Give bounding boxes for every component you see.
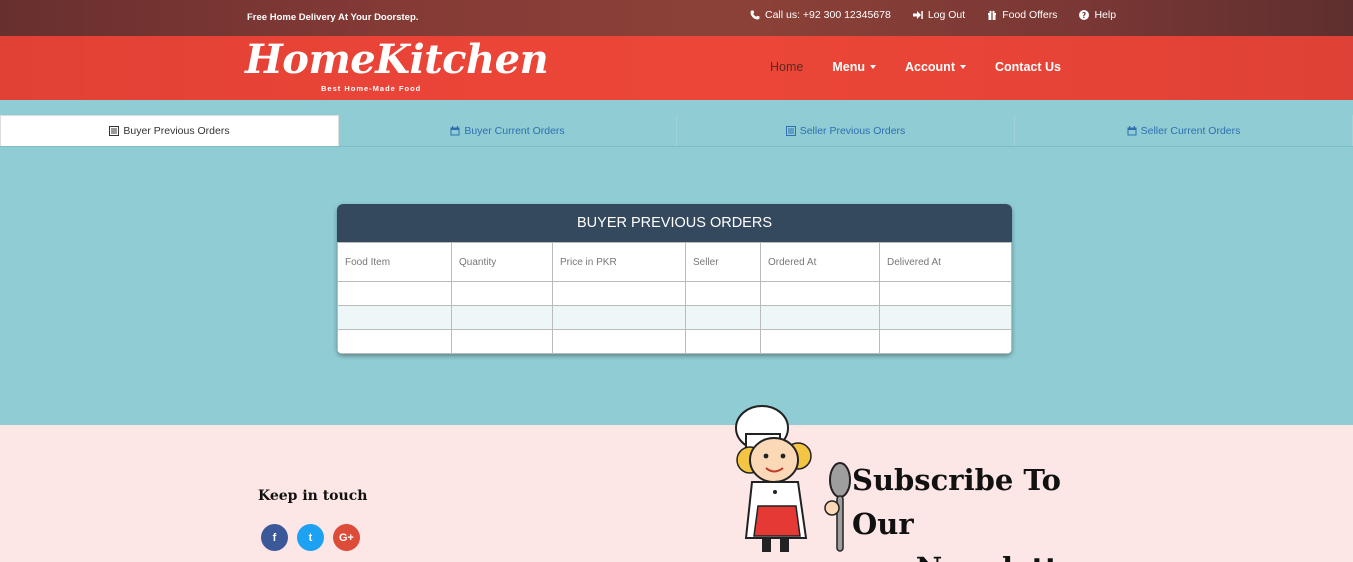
col-food-item: Food Item	[337, 242, 452, 282]
facebook-icon[interactable]: f	[261, 524, 288, 551]
tab-label: Seller Previous Orders	[799, 124, 906, 137]
col-price: Price in PKR	[552, 242, 686, 282]
help-link[interactable]: ? Help	[1079, 9, 1116, 21]
newsletter-heading: Subscribe To Our Newsletter	[852, 458, 1092, 562]
nav-home-label: Home	[770, 60, 804, 74]
chef-mascot-icon	[735, 405, 851, 552]
newsletter-heading-line1: Subscribe To Our	[852, 463, 1062, 541]
hero-header: Free Home Delivery At Your Doorstep. Cal…	[0, 0, 1353, 100]
calendar-icon	[450, 125, 460, 135]
top-links: Call us: +92 300 12345678 Log Out Food O…	[750, 9, 1116, 21]
orders-table: Food Item Quantity Price in PKR Seller O…	[337, 242, 1012, 354]
tab-label: Buyer Current Orders	[464, 124, 565, 137]
help-label: Help	[1094, 9, 1117, 21]
tab-label: Buyer Previous Orders	[123, 125, 230, 137]
call-us-link[interactable]: Call us: +92 300 12345678	[750, 9, 891, 21]
gift-icon	[988, 10, 997, 20]
newsletter-heading-line2: Newsletter	[852, 546, 1092, 562]
orders-section: Buyer Previous Orders Buyer Current Orde…	[0, 100, 1353, 425]
keep-in-touch-heading: Keep in touch	[258, 488, 368, 504]
table-row	[337, 281, 1012, 306]
call-us-label: Call us: +92 300 12345678	[765, 9, 891, 21]
nav-menu[interactable]: Menu	[832, 60, 876, 74]
orders-tabs: Buyer Previous Orders Buyer Current Orde…	[0, 115, 1353, 147]
nav-contact[interactable]: Contact Us	[995, 60, 1061, 74]
nav-account[interactable]: Account	[905, 60, 966, 74]
google-plus-icon[interactable]: G+	[333, 524, 360, 551]
orders-panel: BUYER PREVIOUS ORDERS Food Item Quantity…	[337, 204, 1012, 354]
nav-menu-label: Menu	[832, 60, 865, 74]
brand-logo[interactable]: HomeKitchen Best Home-Made Food	[245, 36, 549, 93]
table-header-row: Food Item Quantity Price in PKR Seller O…	[337, 242, 1012, 282]
social-links: f t G+	[261, 524, 360, 551]
logout-icon	[912, 11, 923, 19]
main-nav: Home Menu Account Contact Us	[770, 60, 1061, 74]
list-icon	[785, 125, 796, 136]
col-quantity: Quantity	[451, 242, 553, 282]
calendar-icon	[1127, 125, 1137, 135]
orders-panel-title: BUYER PREVIOUS ORDERS	[337, 204, 1012, 242]
food-offers-link[interactable]: Food Offers	[987, 9, 1057, 21]
tab-label: Seller Current Orders	[1140, 124, 1241, 137]
logout-label: Log Out	[927, 9, 966, 21]
top-bar: Free Home Delivery At Your Doorstep. Cal…	[0, 0, 1353, 36]
table-row	[337, 329, 1012, 354]
tab-buyer-previous-orders[interactable]: Buyer Previous Orders	[0, 115, 339, 146]
svg-text:?: ?	[1082, 11, 1086, 20]
nav-home[interactable]: Home	[770, 60, 803, 74]
help-icon: ?	[1079, 10, 1090, 20]
logout-link[interactable]: Log Out	[912, 9, 966, 21]
nav-contact-label: Contact Us	[994, 60, 1061, 74]
list-icon	[109, 126, 120, 136]
phone-icon	[750, 10, 760, 20]
table-row	[337, 305, 1012, 330]
caret-down-icon	[959, 65, 966, 69]
tab-buyer-current-orders[interactable]: Buyer Current Orders	[339, 115, 677, 146]
twitter-icon[interactable]: t	[297, 524, 324, 551]
caret-down-icon	[869, 65, 876, 69]
col-seller: Seller	[685, 242, 761, 282]
col-ordered-at: Ordered At	[760, 242, 880, 282]
delivery-tagline: Free Home Delivery At Your Doorstep.	[247, 12, 419, 23]
nav-account-label: Account	[904, 60, 955, 74]
tab-seller-current-orders[interactable]: Seller Current Orders	[1015, 115, 1353, 146]
col-delivered-at: Delivered At	[879, 242, 1012, 282]
food-offers-label: Food Offers	[1002, 9, 1058, 21]
tab-seller-previous-orders[interactable]: Seller Previous Orders	[677, 115, 1015, 146]
brand-name: HomeKitchen	[245, 36, 549, 83]
brand-tagline: Best Home-Made Food	[321, 84, 422, 93]
